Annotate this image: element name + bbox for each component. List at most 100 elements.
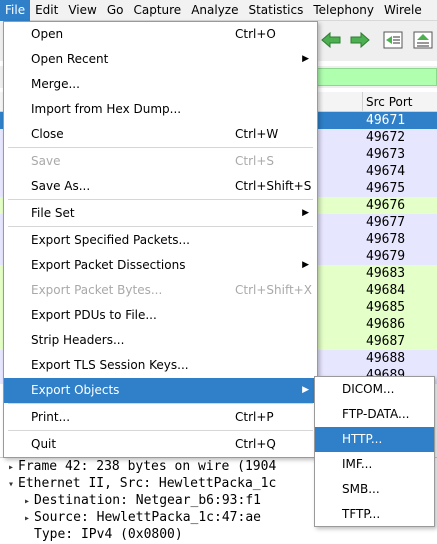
menu-item-label: Export PDUs to File... bbox=[31, 308, 157, 322]
display-filter-input[interactable] bbox=[310, 68, 437, 86]
menu-item-label: Strip Headers... bbox=[31, 333, 125, 347]
submenu-item-label: SMB... bbox=[342, 482, 380, 496]
menu-item-import-from-hex-dump[interactable]: Import from Hex Dump... bbox=[4, 97, 317, 122]
menu-item-label: Export Objects bbox=[31, 383, 120, 397]
src-port-cell: 49687 bbox=[366, 334, 406, 349]
menu-item-label: Export Specified Packets... bbox=[31, 233, 190, 247]
go-to-packet-icon[interactable] bbox=[380, 29, 406, 51]
menu-item-label: Export Packet Bytes... bbox=[31, 283, 163, 297]
menu-item-merge[interactable]: Merge... bbox=[4, 72, 317, 97]
src-port-cell: 49671 bbox=[366, 113, 406, 128]
menu-item-export-specified-packets[interactable]: Export Specified Packets... bbox=[4, 228, 317, 253]
menu-separator bbox=[8, 226, 313, 227]
menu-separator bbox=[8, 199, 313, 200]
submenu-item-label: HTTP... bbox=[342, 432, 383, 446]
src-port-cell: 49684 bbox=[366, 283, 406, 298]
menu-item-shortcut: Ctrl+Shift+X bbox=[235, 283, 312, 297]
src-port-cell: 49674 bbox=[366, 164, 406, 179]
export-objects-submenu: DICOM... FTP-DATA... HTTP... IMF... SMB... TF… bbox=[314, 376, 435, 527]
src-port-cell: 49679 bbox=[366, 249, 406, 264]
submenu-arrow-icon: ▶ bbox=[302, 260, 309, 270]
menu-item-file-set[interactable]: File Set ▶ bbox=[4, 201, 317, 226]
src-port-cell: 49686 bbox=[366, 317, 406, 332]
menu-view[interactable]: View bbox=[63, 0, 101, 21]
menu-statistics[interactable]: Statistics bbox=[243, 0, 308, 21]
menu-item-strip-headers[interactable]: Strip Headers... bbox=[4, 328, 317, 353]
go-forward-icon[interactable] bbox=[347, 29, 373, 51]
collapsed-arrow-icon[interactable]: ▸ bbox=[4, 459, 18, 476]
submenu-item-label: IMF... bbox=[342, 457, 373, 471]
detail-text: Destination: Netgear_b6:93:f1 bbox=[34, 493, 261, 508]
menu-separator bbox=[8, 430, 313, 431]
submenu-item-label: DICOM... bbox=[342, 382, 395, 396]
menu-item-label: Open Recent bbox=[31, 52, 109, 66]
collapsed-arrow-icon[interactable]: ▸ bbox=[20, 510, 34, 527]
menu-item-label: Close bbox=[31, 127, 64, 141]
column-header-src-port[interactable]: Src Port bbox=[362, 92, 437, 112]
menu-item-label: Print... bbox=[31, 410, 71, 424]
menu-item-export-objects[interactable]: Export Objects ▶ bbox=[4, 378, 317, 403]
detail-text: Type: IPv4 (0x0800) bbox=[34, 527, 183, 542]
submenu-item-dicom[interactable]: DICOM... bbox=[315, 377, 434, 402]
menu-item-label: Save bbox=[31, 154, 61, 168]
submenu-item-label: FTP-DATA... bbox=[342, 407, 410, 421]
detail-tree-item[interactable]: Type: IPv4 (0x0800) bbox=[0, 526, 437, 543]
menu-separator bbox=[8, 403, 313, 404]
submenu-arrow-icon: ▶ bbox=[302, 54, 309, 64]
src-port-cell: 49678 bbox=[366, 232, 406, 247]
detail-text: Source: HewlettPacka_1c:47:ae bbox=[34, 510, 261, 525]
submenu-item-label: TFTP... bbox=[342, 507, 381, 521]
menu-item-label: Quit bbox=[31, 437, 57, 451]
src-port-cell: 49676 bbox=[366, 198, 406, 213]
menu-item-label: Import from Hex Dump... bbox=[31, 102, 182, 116]
expanded-arrow-icon[interactable]: ▾ bbox=[4, 476, 18, 493]
src-port-cell: 49677 bbox=[366, 215, 406, 230]
menu-item-save-as[interactable]: Save As... Ctrl+Shift+S bbox=[4, 174, 317, 199]
menu-item-shortcut: Ctrl+Shift+S bbox=[235, 179, 312, 193]
go-back-icon[interactable] bbox=[318, 29, 344, 51]
menu-file[interactable]: File bbox=[0, 0, 31, 21]
detail-text: Frame 42: 238 bytes on wire (1904 bbox=[18, 459, 277, 474]
menu-analyze[interactable]: Analyze bbox=[186, 0, 243, 21]
menu-bar: File Edit View Go Capture Analyze Statis… bbox=[0, 0, 437, 21]
src-port-cell: 49688 bbox=[366, 351, 406, 366]
menu-item-shortcut: Ctrl+P bbox=[235, 410, 274, 424]
menu-capture[interactable]: Capture bbox=[128, 0, 186, 21]
menu-item-label: Open bbox=[31, 27, 64, 41]
menu-wireless[interactable]: Wirele bbox=[379, 0, 427, 21]
menu-item-close[interactable]: Close Ctrl+W bbox=[4, 122, 317, 147]
src-port-cell: 49673 bbox=[366, 147, 406, 162]
file-menu: Open Ctrl+O Open Recent ▶ Merge... Import fro… bbox=[3, 21, 318, 458]
menu-item-shortcut: Ctrl+S bbox=[235, 154, 275, 168]
menu-edit[interactable]: Edit bbox=[30, 0, 63, 21]
submenu-item-http[interactable]: HTTP... bbox=[315, 427, 434, 452]
src-port-cell: 49672 bbox=[366, 130, 406, 145]
src-port-cell: 49685 bbox=[366, 300, 406, 315]
src-port-cell: 49675 bbox=[366, 181, 406, 196]
submenu-arrow-icon: ▶ bbox=[302, 208, 309, 218]
menu-item-open-recent[interactable]: Open Recent ▶ bbox=[4, 47, 317, 72]
menu-item-export-packet-bytes: Export Packet Bytes... Ctrl+Shift+X bbox=[4, 278, 317, 303]
submenu-arrow-icon: ▶ bbox=[302, 385, 309, 395]
first-packet-icon[interactable] bbox=[410, 29, 436, 51]
submenu-item-smb[interactable]: SMB... bbox=[315, 477, 434, 502]
menu-item-shortcut: Ctrl+Q bbox=[235, 437, 276, 451]
collapsed-arrow-icon[interactable]: ▸ bbox=[20, 493, 34, 510]
menu-item-export-pdus-to-file[interactable]: Export PDUs to File... bbox=[4, 303, 317, 328]
menu-item-label: Merge... bbox=[31, 77, 80, 91]
submenu-item-imf[interactable]: IMF... bbox=[315, 452, 434, 477]
menu-item-export-tls-session-keys[interactable]: Export TLS Session Keys... bbox=[4, 353, 317, 378]
menu-item-label: File Set bbox=[31, 206, 75, 220]
menu-item-shortcut: Ctrl+W bbox=[235, 127, 279, 141]
menu-item-export-packet-dissections[interactable]: Export Packet Dissections ▶ bbox=[4, 253, 317, 278]
menu-go[interactable]: Go bbox=[102, 0, 129, 21]
src-port-cell: 49683 bbox=[366, 266, 406, 281]
menu-separator bbox=[8, 147, 313, 148]
submenu-item-ftp-data[interactable]: FTP-DATA... bbox=[315, 402, 434, 427]
menu-telephony[interactable]: Telephony bbox=[308, 0, 379, 21]
submenu-item-tftp[interactable]: TFTP... bbox=[315, 502, 434, 527]
menu-item-print[interactable]: Print... Ctrl+P bbox=[4, 405, 317, 430]
menu-item-label: Export Packet Dissections bbox=[31, 258, 186, 272]
menu-item-quit[interactable]: Quit Ctrl+Q bbox=[4, 432, 317, 457]
menu-item-open[interactable]: Open Ctrl+O bbox=[4, 22, 317, 47]
